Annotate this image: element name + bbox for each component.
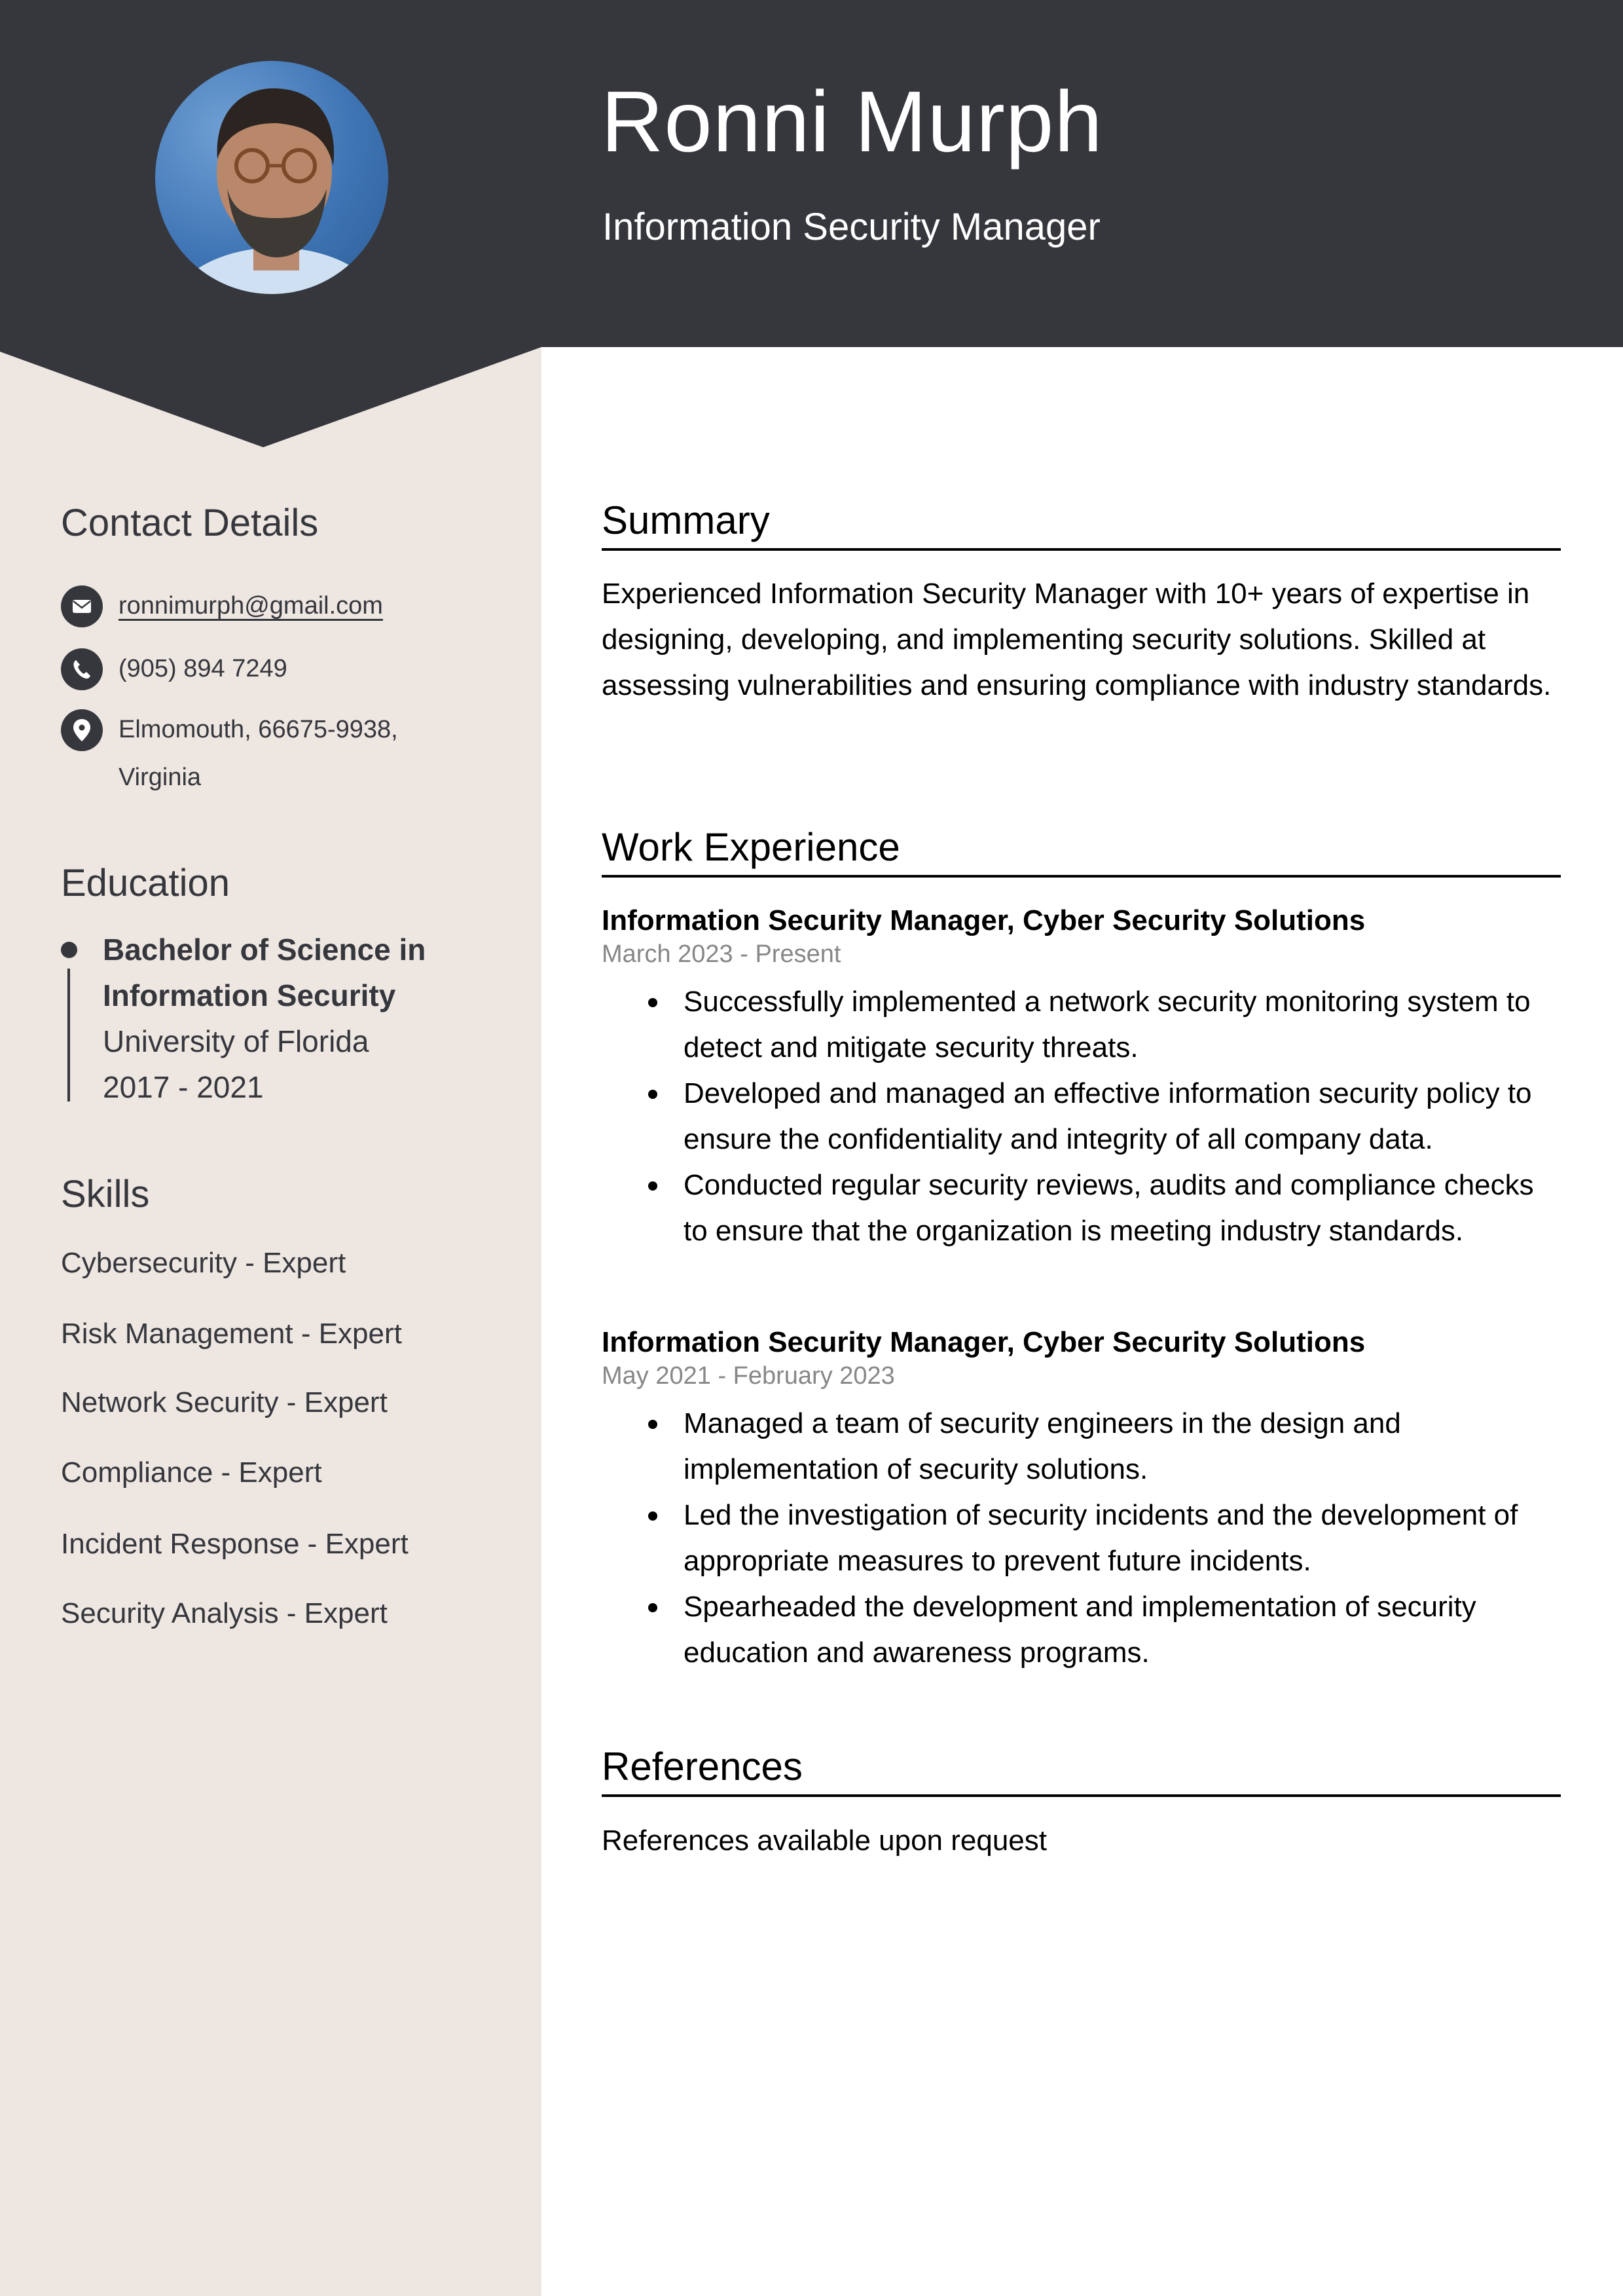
skill-item: Compliance - Expert bbox=[61, 1456, 322, 1489]
job-bullet: Developed and managed an effective infor… bbox=[602, 1071, 1564, 1162]
person-portrait-icon bbox=[172, 88, 380, 294]
candidate-title: Information Security Manager bbox=[602, 206, 1101, 248]
bullet-icon bbox=[648, 1511, 657, 1521]
job-bullet: Spearheaded the development and implemen… bbox=[602, 1584, 1564, 1676]
education-years: 2017 - 2021 bbox=[103, 1070, 264, 1104]
email-link[interactable]: ronnimurph@gmail.com bbox=[119, 593, 383, 618]
bullet-icon bbox=[648, 998, 657, 1007]
job-bullet: Conducted regular security reviews, audi… bbox=[602, 1162, 1564, 1254]
skill-item: Cybersecurity - Expert bbox=[61, 1247, 346, 1279]
degree-line-1: Bachelor of Science in bbox=[103, 933, 426, 967]
skills-heading: Skills bbox=[61, 1173, 150, 1215]
experience-heading: Work Experience bbox=[602, 825, 900, 869]
email-icon bbox=[61, 585, 103, 627]
job-title: Information Security Manager, Cyber Secu… bbox=[602, 1326, 1366, 1358]
job-bullet: Managed a team of security engineers in … bbox=[602, 1401, 1564, 1492]
skill-item: Network Security - Expert bbox=[61, 1386, 388, 1418]
timeline-line bbox=[67, 969, 70, 1102]
phone-number: (905) 894 7249 bbox=[119, 655, 287, 682]
skill-item: Security Analysis - Expert bbox=[61, 1597, 388, 1629]
job-bullets: Managed a team of security engineers in … bbox=[602, 1401, 1564, 1676]
contact-phone-row: (905) 894 7249 bbox=[61, 648, 519, 690]
job-bullet: Led the investigation of security incide… bbox=[602, 1492, 1564, 1584]
candidate-name: Ronni Murph bbox=[601, 73, 1103, 170]
profile-photo bbox=[155, 61, 388, 294]
bullet-text: Spearheaded the development and implemen… bbox=[684, 1591, 1476, 1669]
degree-line-2: Information Security bbox=[103, 978, 396, 1012]
address-line-2: Virginia bbox=[119, 764, 202, 791]
bullet-text: Successfully implemented a network secur… bbox=[684, 986, 1531, 1064]
bullet-icon bbox=[648, 1420, 657, 1429]
location-pin-icon bbox=[61, 709, 103, 751]
job-title: Information Security Manager, Cyber Secu… bbox=[602, 904, 1366, 936]
bullet-text: Developed and managed an effective infor… bbox=[684, 1077, 1532, 1155]
bullet-text: Conducted regular security reviews, audi… bbox=[684, 1169, 1534, 1247]
bullet-text: Led the investigation of security incide… bbox=[684, 1499, 1518, 1577]
skill-item: Risk Management - Expert bbox=[61, 1318, 402, 1350]
summary-heading: Summary bbox=[602, 498, 770, 542]
bullet-icon bbox=[648, 1090, 657, 1099]
job-bullet: Successfully implemented a network secur… bbox=[602, 979, 1564, 1071]
references-heading: References bbox=[602, 1745, 803, 1788]
contact-heading: Contact Details bbox=[61, 502, 319, 544]
contact-email-row: ronnimurph@gmail.com bbox=[61, 585, 519, 627]
summary-divider bbox=[602, 548, 1561, 551]
bullet-text: Managed a team of security engineers in … bbox=[684, 1407, 1401, 1485]
school-name: University of Florida bbox=[103, 1024, 369, 1058]
phone-icon bbox=[61, 648, 103, 690]
job-dates: May 2021 - February 2023 bbox=[602, 1362, 895, 1390]
summary-text: Experienced Information Security Manager… bbox=[602, 578, 1552, 701]
address-line-1: Elmomouth, 66675-9938, bbox=[119, 716, 398, 743]
job-bullets: Successfully implemented a network secur… bbox=[602, 979, 1564, 1254]
references-divider bbox=[602, 1794, 1561, 1797]
experience-divider bbox=[602, 875, 1561, 878]
skill-item: Incident Response - Expert bbox=[61, 1528, 409, 1560]
timeline-dot bbox=[61, 942, 77, 958]
contact-address-row: Elmomouth, 66675-9938, bbox=[61, 709, 519, 751]
references-text: References available upon request bbox=[602, 1824, 1048, 1857]
bullet-icon bbox=[648, 1181, 657, 1191]
education-heading: Education bbox=[61, 862, 230, 904]
bullet-icon bbox=[648, 1603, 657, 1612]
job-dates: March 2023 - Present bbox=[602, 940, 841, 968]
